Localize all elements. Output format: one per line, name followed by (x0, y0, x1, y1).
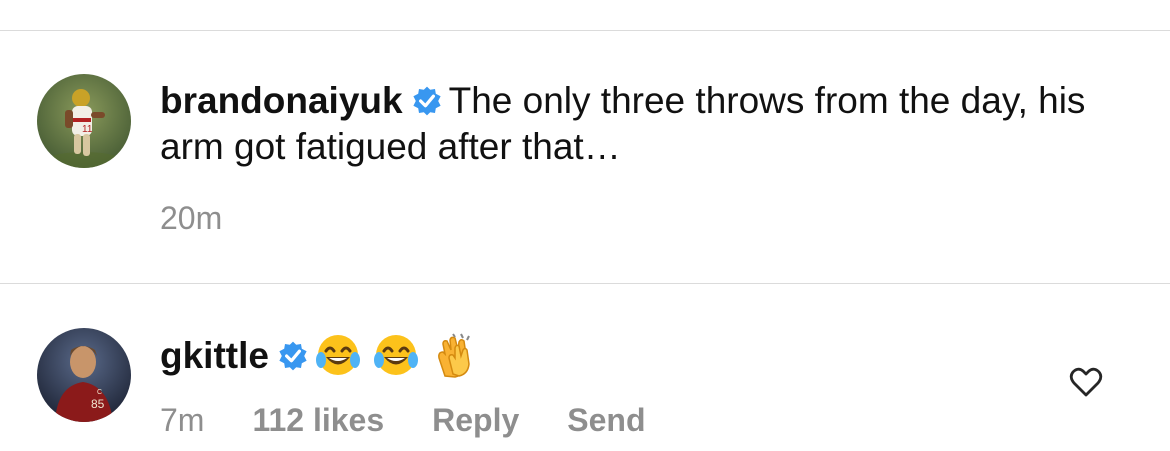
avatar[interactable]: 85 C (37, 328, 131, 422)
face-with-tears-of-joy-icon (373, 332, 419, 378)
likes-count-link[interactable]: 112 likes (252, 402, 384, 439)
verified-badge-icon (411, 85, 443, 117)
svg-text:11: 11 (82, 124, 93, 135)
svg-text:C: C (97, 389, 102, 396)
profile-photo-icon: 11 (37, 74, 131, 168)
clapping-hands-icon (431, 332, 477, 378)
comment-meta: 20m (160, 200, 270, 237)
comment-divider (0, 283, 1170, 284)
svg-text:85: 85 (91, 397, 105, 411)
comment-username[interactable]: brandonaiyuk (160, 80, 403, 121)
comment-username[interactable]: gkittle (160, 335, 269, 376)
face-with-tears-of-joy-icon (315, 332, 361, 378)
comment-meta: 7m 112 likes Reply Send (160, 402, 694, 439)
comment-time: 20m (160, 200, 223, 236)
profile-photo-icon: 85 C (37, 328, 131, 422)
comment-text-block: gkittle (160, 332, 1120, 379)
verified-badge-icon (277, 340, 309, 372)
heart-outline-icon[interactable] (1068, 364, 1104, 400)
top-divider (0, 30, 1170, 31)
avatar[interactable]: 11 (37, 74, 131, 168)
comment-time: 7m (160, 402, 205, 438)
comment-text-block: brandonaiyuk The only three throws from t… (160, 78, 1120, 170)
send-button[interactable]: Send (567, 402, 645, 439)
reply-button[interactable]: Reply (432, 402, 519, 439)
